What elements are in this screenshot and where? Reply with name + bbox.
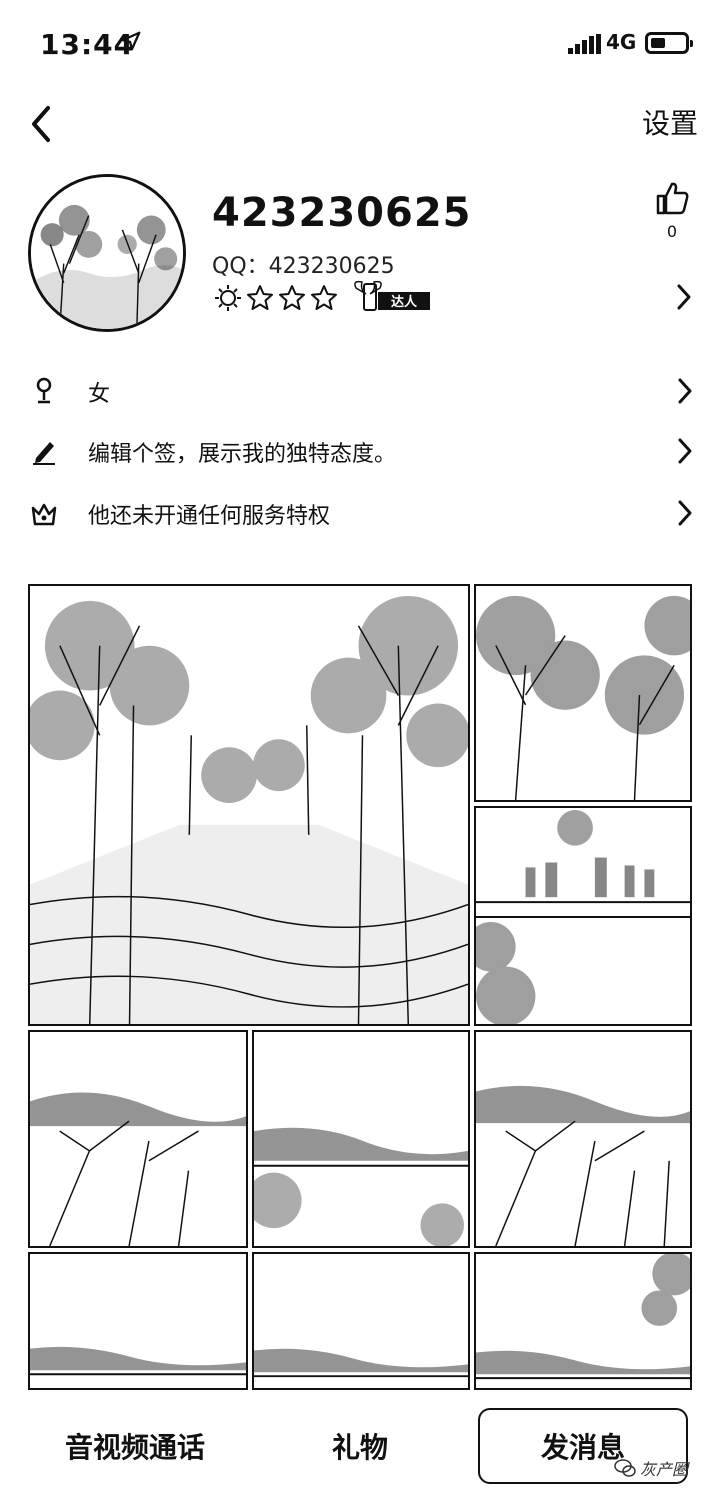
talent-badge: 达人 [354, 280, 430, 311]
signal-icon [568, 34, 601, 54]
location-arrow-icon [121, 31, 141, 51]
crown-icon [31, 503, 57, 526]
watermark: 灰产圈 [614, 1456, 688, 1480]
chevron-right-icon [678, 438, 692, 464]
nav-bar: 设置 [0, 88, 720, 158]
person-icon [36, 377, 52, 404]
video-call-button[interactable]: 音视频通话 [30, 1408, 240, 1484]
settings-button[interactable]: 设置 [642, 102, 698, 142]
talent-badge-text: 达人 [391, 294, 418, 310]
profile-header: 423230625 QQ：423230625 达人 0 [0, 170, 720, 350]
photo-wall-item[interactable] [474, 1030, 692, 1248]
like-count: 0 [666, 222, 678, 241]
back-button[interactable] [24, 100, 60, 148]
star-icon [311, 285, 337, 310]
qq-number: QQ：423230625 [212, 254, 395, 279]
like-button[interactable]: 0 [652, 180, 692, 241]
star-icon [247, 285, 273, 310]
watermark-text: 灰产圈 [640, 1460, 689, 1479]
signature-text: 编辑个签，展示我的独特态度。 [88, 442, 397, 467]
photo-wall-item[interactable] [28, 1030, 248, 1248]
privilege-row[interactable]: 他还未开通任何服务特权 [0, 484, 720, 544]
star-icon [279, 285, 305, 310]
thumbs-up-icon [656, 182, 689, 215]
avatar[interactable] [28, 174, 186, 332]
gender-text: 女 [88, 382, 111, 407]
photo-wall-item[interactable] [252, 1030, 470, 1248]
gift-button[interactable]: 礼物 [260, 1408, 460, 1484]
chevron-right-icon [678, 378, 692, 404]
status-bar: 13:44 4G [0, 0, 720, 88]
chevron-right-icon[interactable] [674, 282, 694, 312]
battery-icon [645, 32, 693, 54]
photo-wall-item[interactable] [28, 1252, 248, 1390]
network-type: 4G [606, 30, 637, 54]
photo-wall-item[interactable] [252, 1252, 470, 1390]
chevron-right-icon [678, 500, 692, 526]
sun-icon [215, 285, 241, 311]
level-stars [214, 284, 338, 312]
bottom-action-bar: 音视频通话 礼物 发消息 灰产圈 [0, 1400, 720, 1503]
gender-row[interactable]: 女 [0, 362, 720, 422]
photo-wall-item[interactable] [28, 584, 470, 1026]
photo-wall-item[interactable] [474, 806, 692, 1026]
pencil-icon [33, 442, 55, 465]
privilege-text: 他还未开通任何服务特权 [88, 504, 331, 529]
chat-bubble-icon [614, 1459, 636, 1477]
photo-wall-item[interactable] [474, 1252, 692, 1390]
nickname: 423230625 [212, 190, 472, 236]
photo-wall-item[interactable] [474, 584, 692, 802]
signature-row[interactable]: 编辑个签，展示我的独特态度。 [0, 422, 720, 482]
